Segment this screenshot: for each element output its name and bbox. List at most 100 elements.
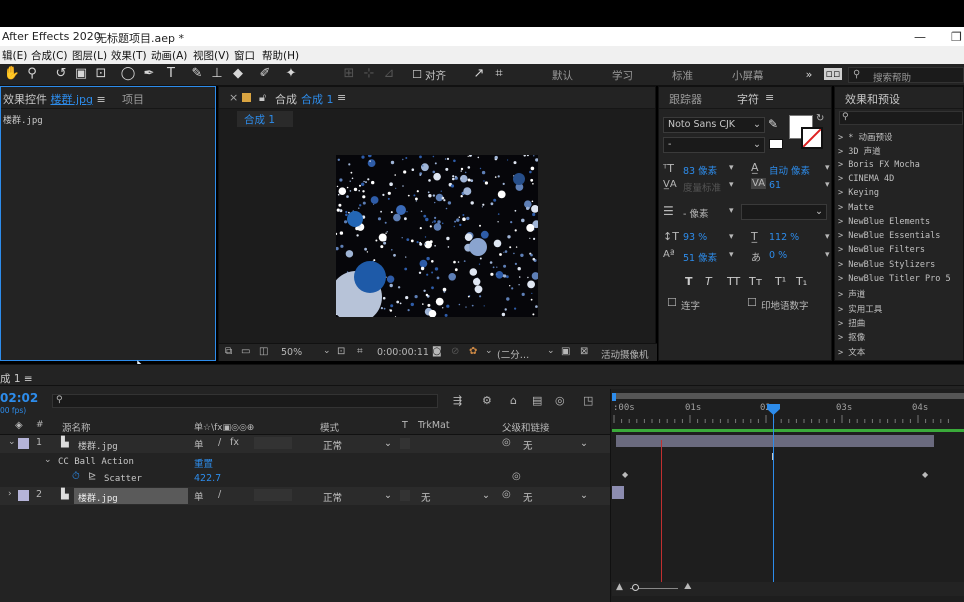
leading-chevron-icon[interactable]: ▾: [825, 163, 830, 173]
puppet-tool-icon[interactable]: ✦: [282, 66, 300, 81]
workspace-learn[interactable]: 学习: [612, 68, 633, 83]
composition-viewer[interactable]: [336, 155, 538, 317]
transparency-grid-icon[interactable]: ⊠: [580, 346, 588, 357]
preset-category-item[interactable]: > Matte: [838, 203, 874, 213]
fit-icon[interactable]: ⊡: [337, 346, 345, 357]
comp-timecode[interactable]: 0:00:00:11: [377, 347, 429, 358]
layer-row-1[interactable]: ⌄ 1 ▙ 楼群.jpg 单 / fx 正常 ⌄ ◎ 无 ⌄: [0, 435, 610, 453]
preset-category-item[interactable]: > CINEMA 4D: [838, 174, 894, 184]
comp-menu-icon[interactable]: ≡: [337, 91, 346, 104]
layer-1-duration-bar[interactable]: [616, 435, 934, 447]
layer-2-shy-switch-icon[interactable]: 单: [194, 489, 204, 503]
tab-character[interactable]: 字符: [737, 91, 759, 107]
subscript-button[interactable]: T₁: [796, 275, 807, 288]
tab-tracker[interactable]: 跟踪器: [669, 91, 702, 107]
font-size-value[interactable]: 83 像素: [683, 163, 717, 177]
menu-animation[interactable]: 动画(A): [151, 48, 187, 63]
tracking-chevron-icon[interactable]: ▾: [825, 180, 830, 190]
tsume-chevron-icon[interactable]: ▾: [825, 250, 830, 260]
preset-category-item[interactable]: > NewBlue Titler Pro 5: [838, 274, 951, 284]
vr-icon[interactable]: ◫: [259, 346, 268, 357]
hindi-digits-checkbox[interactable]: ☐: [747, 296, 757, 309]
clone-stamp-tool-icon[interactable]: ⊥: [208, 66, 226, 81]
preset-category-item[interactable]: > 文本: [838, 346, 865, 358]
quality-switch-icon[interactable]: /: [218, 437, 221, 448]
default-colors-icon[interactable]: [769, 139, 783, 149]
tab-effect-controls[interactable]: 效果控件 楼群.jpg ≡: [3, 91, 106, 107]
local-axis-icon[interactable]: ⊞: [340, 66, 358, 81]
zoom-in-icon[interactable]: ⛰: [684, 582, 692, 592]
preset-category-item[interactable]: > Keying: [838, 188, 879, 198]
layer-2-name-highlight[interactable]: 楼群.jpg: [74, 488, 188, 504]
fx-switch-icon[interactable]: fx: [230, 437, 239, 448]
ellipse-tool-icon[interactable]: ◯: [119, 66, 137, 81]
zoom-chevron-icon[interactable]: ⌄: [323, 346, 331, 356]
current-time-indicator-line[interactable]: [773, 404, 774, 582]
effect-reset-link[interactable]: 重置: [194, 456, 213, 470]
preset-category-item[interactable]: > Boris FX Mocha: [838, 160, 920, 170]
stopwatch-icon[interactable]: ⏱: [72, 471, 80, 482]
snap-checkbox[interactable]: ☐: [408, 68, 426, 81]
stroke-width-value[interactable]: - 像素: [683, 206, 708, 220]
layer-row-2[interactable]: › 2 ▙ 楼群.jpg 单 / 正常 ⌄ 无 ⌄ ◎ 无 ⌄: [0, 487, 610, 505]
preset-category-item[interactable]: > 抠像: [838, 331, 865, 343]
superscript-button[interactable]: T¹: [775, 275, 786, 288]
layer-name[interactable]: 楼群.jpg: [78, 439, 118, 452]
time-ruler-ticks[interactable]: [612, 413, 964, 423]
type-tool-icon[interactable]: T: [162, 66, 180, 81]
more-workspaces-icon[interactable]: »: [800, 68, 818, 81]
resolution-select[interactable]: (二分…: [497, 347, 529, 361]
vertical-scale-value[interactable]: 93 %: [683, 232, 707, 243]
zoom-slider-knob[interactable]: [632, 584, 639, 591]
menu-effect[interactable]: 效果(T): [111, 48, 147, 63]
rotate-tool-icon[interactable]: ↺: [52, 66, 70, 81]
camera-tool-icon[interactable]: ▣: [72, 66, 90, 81]
layer-2-parent-select[interactable]: 无 ⌄: [518, 488, 592, 504]
resolution-chevron-icon[interactable]: ⌄: [547, 346, 555, 356]
show-snapshot-icon[interactable]: ⊘: [451, 346, 459, 357]
workspace-small-screen[interactable]: 小屏幕: [732, 68, 764, 83]
swap-colors-icon[interactable]: ↻: [816, 113, 824, 124]
eyedropper-icon[interactable]: ✎: [768, 117, 778, 131]
draft-3d-icon[interactable]: ⚙: [482, 394, 492, 407]
expression-pickwhip-icon[interactable]: ◎: [512, 471, 521, 482]
preset-category-item[interactable]: > NewBlue Stylizers: [838, 260, 935, 270]
faux-bold-button[interactable]: T: [685, 275, 693, 288]
source-name-header[interactable]: 源名称: [62, 420, 91, 434]
kerning-value[interactable]: 度量标准: [683, 180, 721, 194]
pan-behind-tool-icon[interactable]: ⊡: [92, 66, 110, 81]
preset-category-item[interactable]: > 3D 声道: [838, 145, 881, 157]
layer-label-color[interactable]: [18, 438, 29, 449]
all-caps-button[interactable]: TT: [727, 275, 740, 288]
preset-category-item[interactable]: > 扭曲: [838, 317, 865, 329]
workspace-standard[interactable]: 标准: [672, 68, 693, 83]
scatter-property-row[interactable]: ⏱ ⊵ Scatter 422.7 ◎: [0, 470, 610, 488]
lock-icon[interactable]: 🔓︎: [259, 91, 266, 105]
snap-grid-icon[interactable]: ⌗: [490, 66, 508, 81]
preset-category-item[interactable]: > 声道: [838, 288, 865, 300]
zoom-out-icon[interactable]: ▲: [616, 582, 623, 592]
twirl-right-icon[interactable]: ›: [8, 489, 12, 499]
menu-window[interactable]: 窗口: [234, 48, 255, 63]
character-menu-icon[interactable]: ≡: [765, 91, 774, 104]
close-comp-icon[interactable]: ×: [229, 91, 238, 104]
timeline-tab[interactable]: 成 1 ≡: [0, 371, 33, 386]
menu-help[interactable]: 帮助(H): [262, 48, 299, 63]
comp-subtab[interactable]: 合成 1: [237, 111, 293, 127]
preset-category-item[interactable]: > * 动画预设: [838, 131, 892, 143]
world-axis-icon[interactable]: ⊹: [360, 66, 378, 81]
twirl-down-icon[interactable]: ⌄: [8, 437, 16, 447]
scatter-value[interactable]: 422.7: [194, 473, 221, 484]
preset-category-item[interactable]: > NewBlue Elements: [838, 217, 930, 227]
snap-options-icon[interactable]: ↗: [470, 66, 488, 81]
menu-edit[interactable]: 辑(E): [2, 48, 27, 63]
camera-select[interactable]: 活动摄像机: [601, 347, 649, 361]
effect-twirl-icon[interactable]: ⌄: [44, 455, 52, 465]
shy-layers-icon[interactable]: ⌂: [510, 394, 517, 407]
channel-icon[interactable]: ✿: [469, 346, 477, 357]
baseline-shift-value[interactable]: 51 像素: [683, 250, 717, 264]
tsume-value[interactable]: 0 %: [769, 250, 787, 261]
ligatures-checkbox[interactable]: ☐: [667, 296, 677, 309]
work-area-bar[interactable]: [612, 393, 964, 399]
snapshot-icon[interactable]: ◙: [432, 346, 442, 357]
